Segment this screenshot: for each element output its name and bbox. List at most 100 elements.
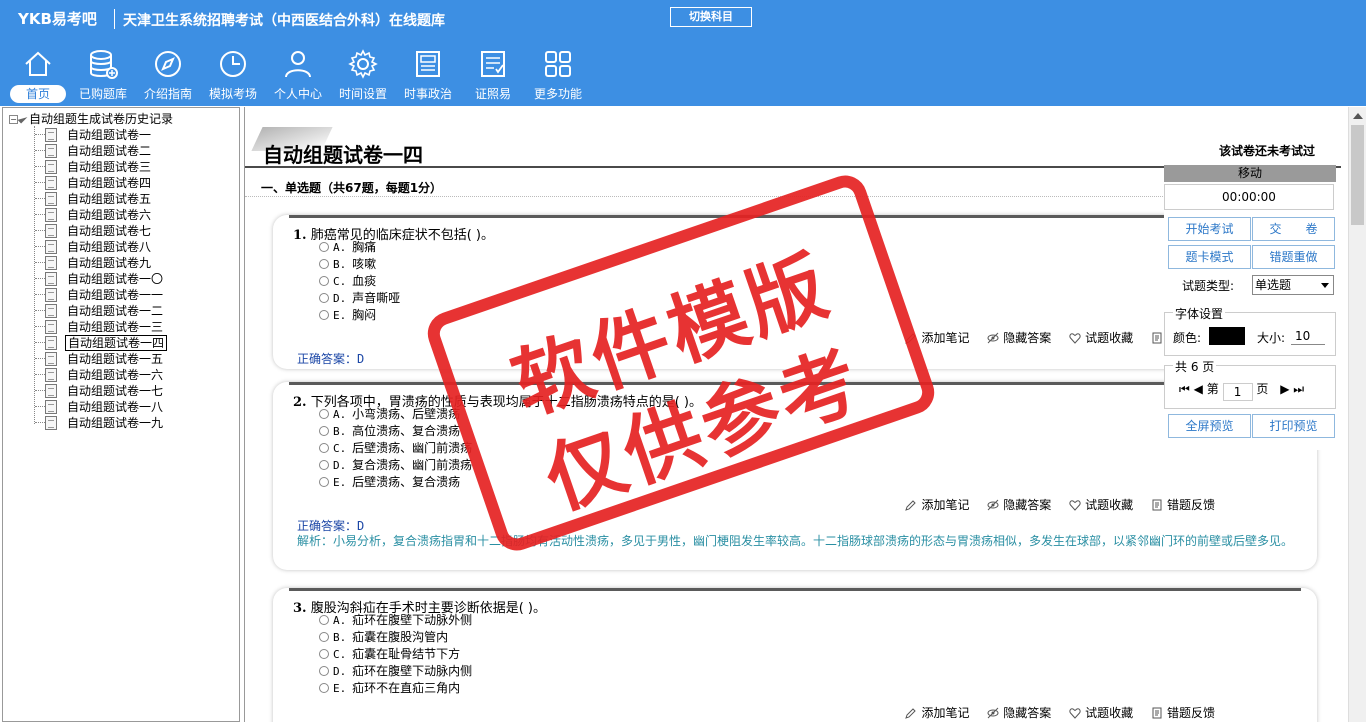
- tree-item[interactable]: 自动组题试卷一一: [35, 287, 165, 303]
- option-b[interactable]: B. 疝囊在腹股沟管内: [319, 629, 448, 646]
- option-b[interactable]: B. 咳嗽: [319, 256, 376, 273]
- switch-subject-button[interactable]: 切换科目: [670, 7, 752, 27]
- option-c[interactable]: C. 血痰: [319, 273, 376, 290]
- last-page-icon[interactable]: ⏭: [1293, 382, 1304, 396]
- page-number-input[interactable]: 1: [1222, 383, 1253, 401]
- question-type-select[interactable]: 单选题: [1252, 275, 1334, 295]
- option-b[interactable]: B. 高位溃疡、复合溃疡: [319, 423, 460, 440]
- radio-button[interactable]: [319, 409, 329, 419]
- card-mode-button[interactable]: 题卡模式: [1168, 245, 1251, 269]
- tree-item[interactable]: 自动组题试卷一三: [35, 319, 165, 335]
- paper-title: 自动组题试卷一四: [263, 143, 423, 167]
- radio-button[interactable]: [319, 293, 329, 303]
- tree-item[interactable]: 自动组题试卷一七: [35, 383, 165, 399]
- tree-item[interactable]: 自动组题试卷三: [35, 159, 153, 175]
- radio-button[interactable]: [319, 259, 329, 269]
- tree-item[interactable]: 自动组题试卷二: [35, 143, 153, 159]
- nav-guide[interactable]: 介绍指南: [137, 46, 199, 104]
- font-size-input[interactable]: 10: [1291, 327, 1325, 345]
- favorite-button[interactable]: 试题收藏: [1069, 496, 1133, 513]
- radio-button[interactable]: [319, 460, 329, 470]
- tree-item[interactable]: 自动组题试卷五: [35, 191, 153, 207]
- radio-button[interactable]: [319, 426, 329, 436]
- nav-time-settings[interactable]: 时间设置: [332, 46, 394, 104]
- option-e[interactable]: E. 疝环不在直疝三角内: [319, 680, 460, 697]
- report-error-button[interactable]: 错题反馈: [1151, 704, 1215, 721]
- document-icon: [45, 336, 57, 350]
- tree-item[interactable]: 自动组题试卷一〇: [35, 271, 165, 287]
- scroll-up-icon[interactable]: [1353, 113, 1363, 119]
- radio-button[interactable]: [319, 632, 329, 642]
- tree-item[interactable]: 自动组题试卷四: [35, 175, 153, 191]
- option-d[interactable]: D. 复合溃疡、幽门前溃疡: [319, 457, 472, 474]
- tree-item[interactable]: 自动组题试卷六: [35, 207, 153, 223]
- nav-current-affairs[interactable]: 时事政治: [397, 46, 459, 104]
- redo-wrong-button[interactable]: 错题重做: [1252, 245, 1335, 269]
- scroll-thumb[interactable]: [1351, 125, 1364, 225]
- tree-item[interactable]: 自动组题试卷九: [35, 255, 153, 271]
- tree-root[interactable]: − 自动组题生成试卷历史记录: [9, 111, 173, 127]
- option-c[interactable]: C. 疝囊在耻骨结节下方: [319, 646, 460, 663]
- exam-timer: 00:00:00: [1164, 184, 1334, 210]
- option-a[interactable]: A. 胸痛: [319, 239, 376, 256]
- nav-label: 首页: [10, 85, 66, 103]
- hide-answer-button[interactable]: 隐藏答案: [987, 496, 1051, 513]
- title-divider: [114, 9, 115, 29]
- tree-item-label: 自动组题试卷一七: [67, 384, 164, 398]
- nav-more[interactable]: 更多功能: [527, 46, 589, 104]
- nav-personal[interactable]: 个人中心: [267, 46, 329, 104]
- app-title: 天津卫生系统招聘考试（中西医结合外科）在线题库: [123, 13, 445, 29]
- add-note-button[interactable]: 添加笔记: [905, 704, 969, 721]
- favorite-button[interactable]: 试题收藏: [1069, 329, 1133, 346]
- first-page-icon[interactable]: ⏮: [1179, 382, 1190, 396]
- option-c[interactable]: C. 后壁溃疡、幽门前溃疡: [319, 440, 472, 457]
- question-type-label: 试题类型:: [1182, 279, 1235, 293]
- tree-item[interactable]: 自动组题试卷一五: [35, 351, 165, 367]
- prev-page-icon[interactable]: ◀: [1194, 382, 1203, 396]
- panel-move-handle[interactable]: 移动: [1164, 165, 1336, 182]
- nav-certificate[interactable]: 证照易: [462, 46, 524, 104]
- add-note-button[interactable]: 添加笔记: [905, 496, 969, 513]
- tree-item[interactable]: 自动组题试卷一八: [35, 399, 165, 415]
- option-d[interactable]: D. 声音嘶哑: [319, 290, 400, 307]
- radio-button[interactable]: [319, 666, 329, 676]
- tree-item[interactable]: 自动组题试卷一四: [35, 335, 168, 351]
- tree-item-label: 自动组题试卷五: [67, 192, 152, 206]
- hide-answer-button[interactable]: 隐藏答案: [987, 329, 1051, 346]
- nav-home[interactable]: 首页: [8, 46, 68, 104]
- radio-button[interactable]: [319, 683, 329, 693]
- nav-mock-exam[interactable]: 模拟考场: [202, 46, 264, 104]
- option-a[interactable]: A. 小弯溃疡、后壁溃疡: [319, 406, 460, 423]
- tree-item[interactable]: 自动组题试卷七: [35, 223, 153, 239]
- option-e[interactable]: E. 后壁溃疡、复合溃疡: [319, 474, 460, 491]
- favorite-button[interactable]: 试题收藏: [1069, 704, 1133, 721]
- start-exam-button[interactable]: 开始考试: [1168, 217, 1251, 241]
- radio-button[interactable]: [319, 649, 329, 659]
- vertical-scrollbar[interactable]: [1348, 107, 1366, 722]
- radio-button[interactable]: [319, 443, 329, 453]
- tree-item[interactable]: 自动组题试卷一九: [35, 415, 165, 431]
- radio-button[interactable]: [319, 310, 329, 320]
- document-icon: [45, 176, 57, 190]
- radio-button[interactable]: [319, 477, 329, 487]
- next-page-icon[interactable]: ▶: [1280, 382, 1289, 396]
- report-error-button[interactable]: 错题反馈: [1151, 496, 1215, 513]
- option-a[interactable]: A. 疝环在腹壁下动脉外侧: [319, 612, 472, 629]
- submit-paper-button[interactable]: 交 卷: [1252, 217, 1335, 241]
- fullscreen-preview-button[interactable]: 全屏预览: [1168, 414, 1251, 438]
- tree-item[interactable]: 自动组题试卷一六: [35, 367, 165, 383]
- tree-item[interactable]: 自动组题试卷八: [35, 239, 153, 255]
- tree-item-label: 自动组题试卷六: [67, 208, 152, 222]
- tree-item[interactable]: 自动组题试卷一二: [35, 303, 165, 319]
- print-preview-button[interactable]: 打印预览: [1252, 414, 1335, 438]
- nav-purchased[interactable]: 已购题库: [72, 46, 134, 104]
- option-e[interactable]: E. 胸闷: [319, 307, 376, 324]
- tree-connector: [35, 230, 45, 231]
- tree-item[interactable]: 自动组题试卷一: [35, 127, 153, 143]
- font-color-swatch[interactable]: [1209, 327, 1245, 345]
- option-d[interactable]: D. 疝环在腹壁下动脉内侧: [319, 663, 472, 680]
- hide-answer-button[interactable]: 隐藏答案: [987, 704, 1051, 721]
- radio-button[interactable]: [319, 242, 329, 252]
- radio-button[interactable]: [319, 276, 329, 286]
- radio-button[interactable]: [319, 615, 329, 625]
